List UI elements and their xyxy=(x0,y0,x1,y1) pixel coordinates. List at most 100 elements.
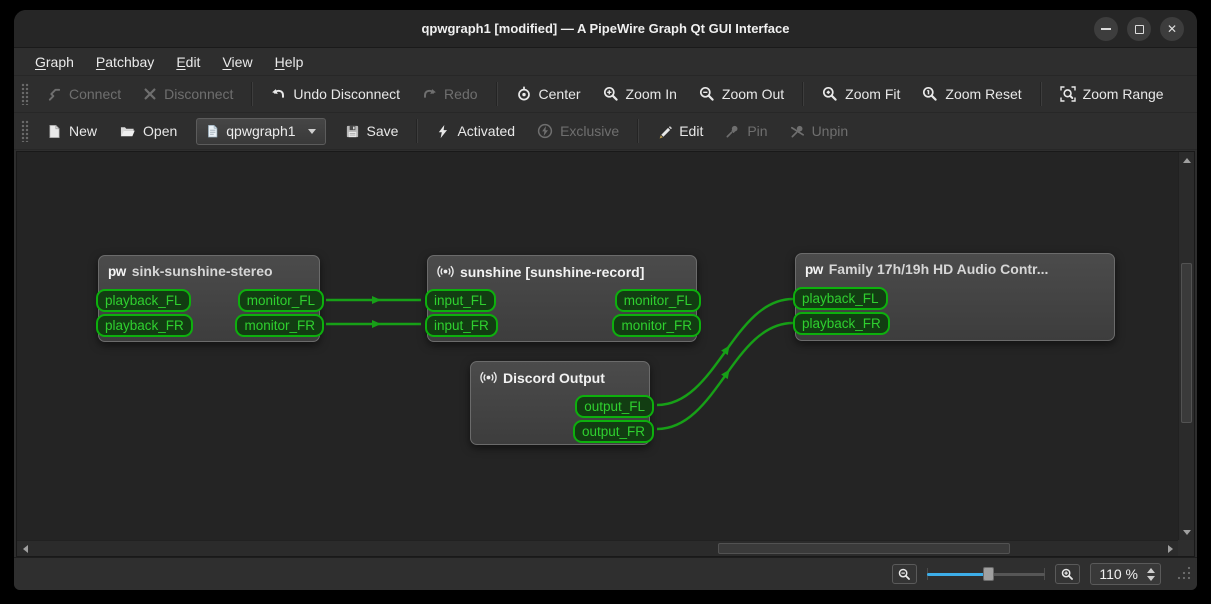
scroll-right-arrow[interactable] xyxy=(1162,541,1178,557)
maximize-icon xyxy=(1134,24,1144,34)
edit-pencil-icon xyxy=(657,124,673,139)
minimize-button[interactable] xyxy=(1094,17,1118,41)
unpin-button[interactable]: Unpin xyxy=(780,117,859,145)
pin-button-label: Pin xyxy=(747,123,768,139)
titlebar[interactable]: qpwgraph1 [modified] — A PipeWire Graph … xyxy=(14,10,1197,48)
disconnect-button-label: Disconnect xyxy=(164,86,234,102)
zoom-out-button[interactable]: Zoom Out xyxy=(689,80,794,108)
node-title: Discord Output xyxy=(503,369,605,386)
zoom-out-small-button[interactable] xyxy=(892,564,918,584)
horizontal-scrollbar-thumb[interactable] xyxy=(718,543,1010,554)
patch-cables xyxy=(326,296,794,431)
node-sink-sunshine-stereo[interactable]: pw sink-sunshine-stereo playback_FL play… xyxy=(96,255,324,342)
window-title: qpwgraph1 [modified] — A PipeWire Graph … xyxy=(421,21,790,36)
horizontal-scrollbar[interactable] xyxy=(17,540,1178,556)
zoom-fit-icon xyxy=(822,86,838,102)
open-folder-icon xyxy=(119,124,136,139)
scroll-down-arrow[interactable] xyxy=(1179,524,1195,540)
exclusive-button-label: Exclusive xyxy=(560,123,620,139)
chevron-down-icon xyxy=(307,128,316,134)
center-icon xyxy=(516,86,532,102)
node-sunshine-record[interactable]: sunshine [sunshine-record] input_FL inpu… xyxy=(425,255,701,342)
port-monitor-fl[interactable]: monitor_FL xyxy=(614,289,701,312)
menu-patchbay[interactable]: Patchbay xyxy=(85,51,165,73)
zoom-in-button[interactable]: Zoom In xyxy=(593,80,687,108)
redo-button[interactable]: Redo xyxy=(412,80,487,108)
disconnect-icon xyxy=(143,87,157,101)
exclusive-button[interactable]: Exclusive xyxy=(527,117,629,145)
save-button[interactable]: Save xyxy=(335,117,409,145)
pipewire-icon: pw xyxy=(805,261,823,277)
slider-handle[interactable] xyxy=(982,567,994,581)
undo-button[interactable]: Undo Disconnect xyxy=(261,80,410,108)
resize-grip[interactable] xyxy=(1177,566,1191,585)
pin-button[interactable]: Pin xyxy=(715,117,777,145)
stream-icon xyxy=(480,369,497,386)
port-monitor-fl[interactable]: monitor_FL xyxy=(237,289,324,312)
triangle-left-icon xyxy=(22,545,28,553)
unpin-button-label: Unpin xyxy=(811,123,849,139)
toolbar-separator xyxy=(416,119,419,143)
zoom-fit-button[interactable]: Zoom Fit xyxy=(812,80,910,108)
vertical-scrollbar-thumb[interactable] xyxy=(1181,263,1192,423)
toolbar-separator xyxy=(251,82,254,106)
zoom-in-small-button[interactable] xyxy=(1055,564,1081,584)
toolbar-separator xyxy=(1039,82,1042,106)
close-button[interactable]: ✕ xyxy=(1160,17,1184,41)
patchbay-profile-combo[interactable]: qpwgraph1 xyxy=(196,117,326,145)
spin-down-icon[interactable] xyxy=(1147,575,1155,581)
slider-fill xyxy=(927,567,994,581)
port-monitor-fr[interactable]: monitor_FR xyxy=(235,314,324,337)
disconnect-button[interactable]: Disconnect xyxy=(133,80,243,108)
node-family-hd-audio[interactable]: pw Family 17h/19h HD Audio Contr... play… xyxy=(793,253,1115,341)
zoom-spinbox[interactable]: 110 % xyxy=(1090,563,1161,585)
node-header: sunshine [sunshine-record] xyxy=(428,256,696,280)
zoom-range-button[interactable]: Zoom Range xyxy=(1050,80,1174,108)
port-playback-fr[interactable]: playback_FR xyxy=(96,314,193,337)
zoom-range-icon xyxy=(1059,86,1076,102)
spin-up-icon[interactable] xyxy=(1147,567,1155,573)
scroll-up-arrow[interactable] xyxy=(1179,152,1195,168)
new-button[interactable]: New xyxy=(37,117,107,145)
toolbar-drag-handle[interactable] xyxy=(21,120,29,142)
toolbar-separator xyxy=(495,82,498,106)
node-title: Family 17h/19h HD Audio Contr... xyxy=(828,261,1049,277)
zoom-reset-button[interactable]: Zoom Reset xyxy=(912,80,1031,108)
triangle-up-icon xyxy=(1183,157,1191,163)
port-input-fl[interactable]: input_FL xyxy=(425,289,496,312)
connect-button[interactable]: Connect xyxy=(37,80,131,108)
menu-view[interactable]: View xyxy=(211,51,263,73)
node-header: Discord Output xyxy=(471,362,649,386)
zoom-slider[interactable] xyxy=(927,565,1046,583)
menu-edit[interactable]: Edit xyxy=(165,51,211,73)
port-playback-fl[interactable]: playback_FL xyxy=(793,287,888,310)
port-monitor-fr[interactable]: monitor_FR xyxy=(612,314,701,337)
zoom-reset-button-label: Zoom Reset xyxy=(945,86,1022,102)
port-input-fr[interactable]: input_FR xyxy=(425,314,498,337)
activated-button[interactable]: Activated xyxy=(426,117,525,145)
port-output-fr[interactable]: output_FR xyxy=(572,420,654,443)
graph-canvas-area: pw sink-sunshine-stereo playback_FL play… xyxy=(16,151,1195,557)
window-controls: ✕ xyxy=(1094,17,1184,41)
zoom-range-button-label: Zoom Range xyxy=(1082,86,1164,102)
port-playback-fl[interactable]: playback_FL xyxy=(96,289,191,312)
menu-graph[interactable]: Graph xyxy=(24,51,85,73)
zoom-value: 110 % xyxy=(1099,566,1138,582)
node-discord-output[interactable]: Discord Output output_FL output_FR xyxy=(470,361,654,445)
redo-button-label: Redo xyxy=(444,86,478,102)
menu-help[interactable]: Help xyxy=(264,51,315,73)
zoom-reset-icon xyxy=(922,86,938,102)
center-button-label: Center xyxy=(538,86,581,102)
port-output-fl[interactable]: output_FL xyxy=(575,395,654,418)
maximize-button[interactable] xyxy=(1127,17,1151,41)
scroll-left-arrow[interactable] xyxy=(17,541,33,557)
open-button-label: Open xyxy=(143,123,178,139)
edit-button[interactable]: Edit xyxy=(647,117,713,145)
node-header: pw Family 17h/19h HD Audio Contr... xyxy=(796,254,1114,277)
toolbar-drag-handle[interactable] xyxy=(21,83,29,105)
graph-viewport[interactable]: pw sink-sunshine-stereo playback_FL play… xyxy=(17,152,1178,540)
center-button[interactable]: Center xyxy=(506,80,591,108)
open-button[interactable]: Open xyxy=(109,117,187,145)
port-playback-fr[interactable]: playback_FR xyxy=(793,312,890,335)
vertical-scrollbar[interactable] xyxy=(1178,152,1194,540)
